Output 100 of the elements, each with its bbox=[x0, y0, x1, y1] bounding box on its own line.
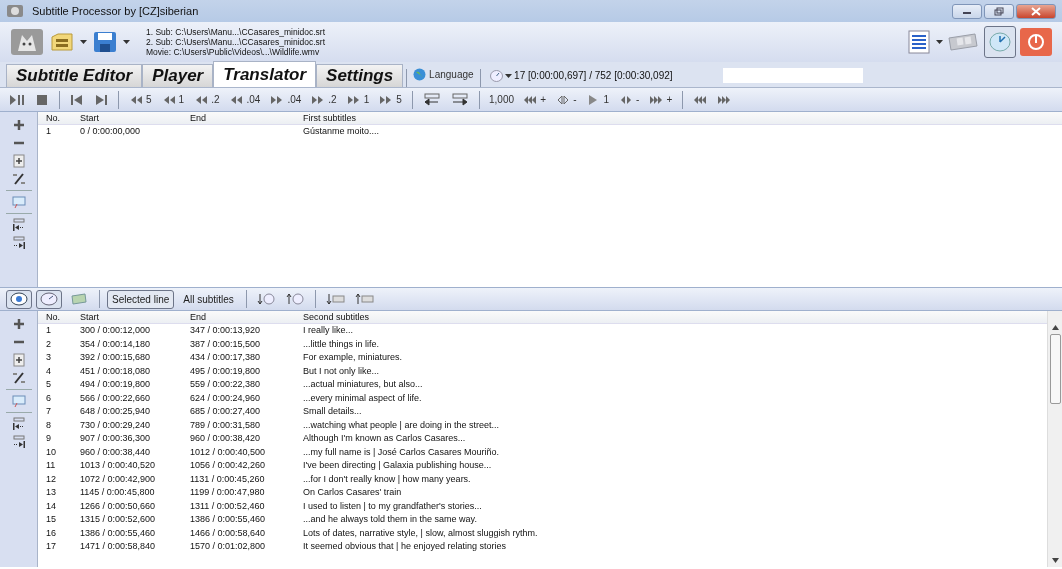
step-button[interactable]: .2 bbox=[308, 89, 340, 110]
tab[interactable]: Settings bbox=[316, 64, 404, 87]
table-cell-text: 495 / 0:00:19,800 bbox=[190, 364, 262, 378]
caret-icon[interactable] bbox=[80, 40, 87, 44]
plus-icon bbox=[11, 317, 26, 331]
caret-icon[interactable] bbox=[935, 40, 943, 44]
move-right-icon bbox=[11, 236, 26, 250]
table-cell-text: 1012 / 0:00:40,500 bbox=[190, 445, 267, 459]
subtitle-text: I've been directing | Galaxia publishing house... bbox=[303, 459, 493, 472]
tab[interactable]: Player bbox=[142, 64, 214, 87]
scrollbar-thumb[interactable] bbox=[1049, 334, 1061, 404]
table-cell-text: 624 / 0:00:24,960 bbox=[190, 391, 262, 405]
table-cell-text: 907 / 0:00:36,300 bbox=[80, 432, 152, 445]
column-header[interactable]: End bbox=[190, 112, 303, 126]
power-button[interactable] bbox=[1020, 28, 1052, 56]
subtitle-text: ...every minimal aspect of life. bbox=[303, 391, 423, 405]
table-cell-text: 1386 / 0:00:55,460 bbox=[80, 526, 157, 540]
insert-button[interactable] bbox=[11, 353, 26, 367]
scroll-up-icon[interactable] bbox=[1051, 325, 1059, 330]
subtitle-text: ...little things in life. bbox=[303, 337, 381, 351]
table-cell-text: 354 / 0:00:14,180 bbox=[80, 337, 152, 351]
step-button[interactable]: 5 bbox=[126, 89, 155, 110]
table-cell-text: 559 / 0:00:22,380 bbox=[190, 378, 262, 391]
position-readout: 17 [0:00:00,697] / 752 [0:00:30,092] bbox=[514, 69, 673, 83]
mode-button[interactable]: Selected line bbox=[107, 289, 175, 309]
step-button[interactable]: - bbox=[553, 89, 580, 110]
table-cell-text: 6 bbox=[46, 391, 52, 405]
caret-icon[interactable] bbox=[504, 73, 512, 78]
subtitle-text: For example, miniatures. bbox=[303, 351, 404, 364]
caret-icon[interactable] bbox=[123, 40, 130, 44]
table-cell-text: 1315 / 0:00:52,600 bbox=[80, 513, 157, 526]
subtitle-text: Small details... bbox=[303, 405, 363, 418]
subtitle-text: I really like... bbox=[303, 324, 354, 337]
step-button[interactable]: - bbox=[616, 89, 643, 110]
table-cell-text: 730 / 0:00:29,240 bbox=[80, 418, 152, 432]
mode-button[interactable]: All subtitles bbox=[178, 289, 239, 309]
step-button[interactable]: 5 bbox=[376, 89, 405, 110]
column-header[interactable]: End bbox=[190, 311, 303, 325]
table-cell-text: 387 / 0:00:15,500 bbox=[190, 337, 262, 351]
shift-left-icon bbox=[422, 92, 441, 107]
minimize-button[interactable] bbox=[951, 3, 982, 19]
subtitle-text: On Carlos Casares' train bbox=[303, 486, 403, 499]
split-button[interactable] bbox=[11, 371, 26, 385]
table-cell-text: 9 bbox=[46, 432, 52, 445]
table-cell-text: 1 bbox=[46, 125, 52, 138]
table-cell-text: 1570 / 0:01:02,800 bbox=[190, 540, 267, 553]
table-cell-text: 1056 / 0:00:42,260 bbox=[190, 459, 267, 472]
scroll-down-icon[interactable] bbox=[1051, 558, 1059, 563]
subtitle-text: It seemed obvious that | he enjoyed relating stories bbox=[303, 540, 507, 553]
column-header[interactable]: No. bbox=[46, 311, 80, 325]
step-button[interactable]: .04 bbox=[267, 89, 305, 110]
column-header[interactable]: No. bbox=[46, 112, 80, 126]
close-button[interactable] bbox=[1016, 3, 1056, 19]
down-arrow-text-icon bbox=[325, 292, 345, 306]
subtitle-text: Although I'm known as Carlos Casares... bbox=[303, 432, 467, 445]
save-icon[interactable] bbox=[93, 31, 117, 53]
table-cell-text: 1131 / 0:00:45,260 bbox=[190, 472, 266, 486]
subtitle-text: ...actual miniatures, but also... bbox=[303, 378, 424, 391]
step-button[interactable]: .04 bbox=[226, 89, 264, 110]
move-right-button[interactable] bbox=[11, 435, 26, 449]
column-header[interactable]: First subtitles bbox=[303, 112, 1062, 126]
down-arrow-clock-icon bbox=[256, 292, 276, 306]
up-arrow-text-icon bbox=[354, 292, 374, 306]
clock-toggle[interactable] bbox=[36, 289, 62, 309]
move-left-icon bbox=[11, 417, 26, 431]
move-left-button[interactable] bbox=[11, 417, 26, 431]
column-header[interactable]: Start bbox=[80, 112, 190, 126]
subtitle-text: ...my full name is | José Carlos Casares Mouriño. bbox=[303, 445, 500, 459]
step-button[interactable]: + bbox=[646, 89, 676, 110]
table-cell-text: 347 / 0:00:13,920 bbox=[190, 324, 262, 337]
move-left-button[interactable] bbox=[11, 218, 26, 232]
plus-button[interactable] bbox=[11, 118, 26, 132]
column-header[interactable]: Start bbox=[80, 311, 190, 325]
search-field[interactable] bbox=[722, 68, 863, 83]
table-cell-text: 1266 / 0:00:50,660 bbox=[80, 499, 157, 513]
list-document-icon[interactable] bbox=[907, 30, 931, 54]
subtitle-text: Lots of dates, narrative style, | slow, almost sluggish rythm. bbox=[303, 526, 539, 540]
subtitle-text: But I not only like... bbox=[303, 364, 381, 378]
table-cell-text: 1072 / 0:00:42,900 bbox=[80, 472, 157, 486]
language-button[interactable]: Language bbox=[410, 64, 477, 84]
step-button[interactable]: .2 bbox=[191, 89, 223, 110]
subtitle-text: I used to listen | to my grandfather's stories... bbox=[303, 499, 483, 513]
step-button[interactable]: 1 bbox=[343, 89, 373, 110]
table-cell-text: 451 / 0:00:18,080 bbox=[80, 364, 152, 378]
step-button[interactable]: + bbox=[520, 89, 550, 110]
split-button[interactable] bbox=[11, 172, 26, 186]
restore-button[interactable] bbox=[983, 3, 1014, 19]
plus-icon bbox=[11, 118, 26, 132]
tab[interactable]: Translator bbox=[213, 61, 317, 87]
table-cell-text: 789 / 0:00:31,580 bbox=[190, 418, 262, 432]
table-cell-text: 1199 / 0:00:47,980 bbox=[190, 486, 266, 499]
plus-button[interactable] bbox=[11, 317, 26, 331]
column-header[interactable]: Second subtitles bbox=[303, 311, 1047, 325]
table-cell-text: 3 bbox=[46, 351, 52, 364]
insert-button[interactable] bbox=[11, 154, 26, 168]
tab[interactable]: Subtitle Editor bbox=[6, 64, 143, 87]
step-button[interactable]: 1 bbox=[158, 89, 188, 110]
clock-toggle-button[interactable] bbox=[983, 26, 1016, 58]
move-right-button[interactable] bbox=[11, 236, 26, 250]
step-button[interactable]: 1 bbox=[583, 89, 613, 110]
